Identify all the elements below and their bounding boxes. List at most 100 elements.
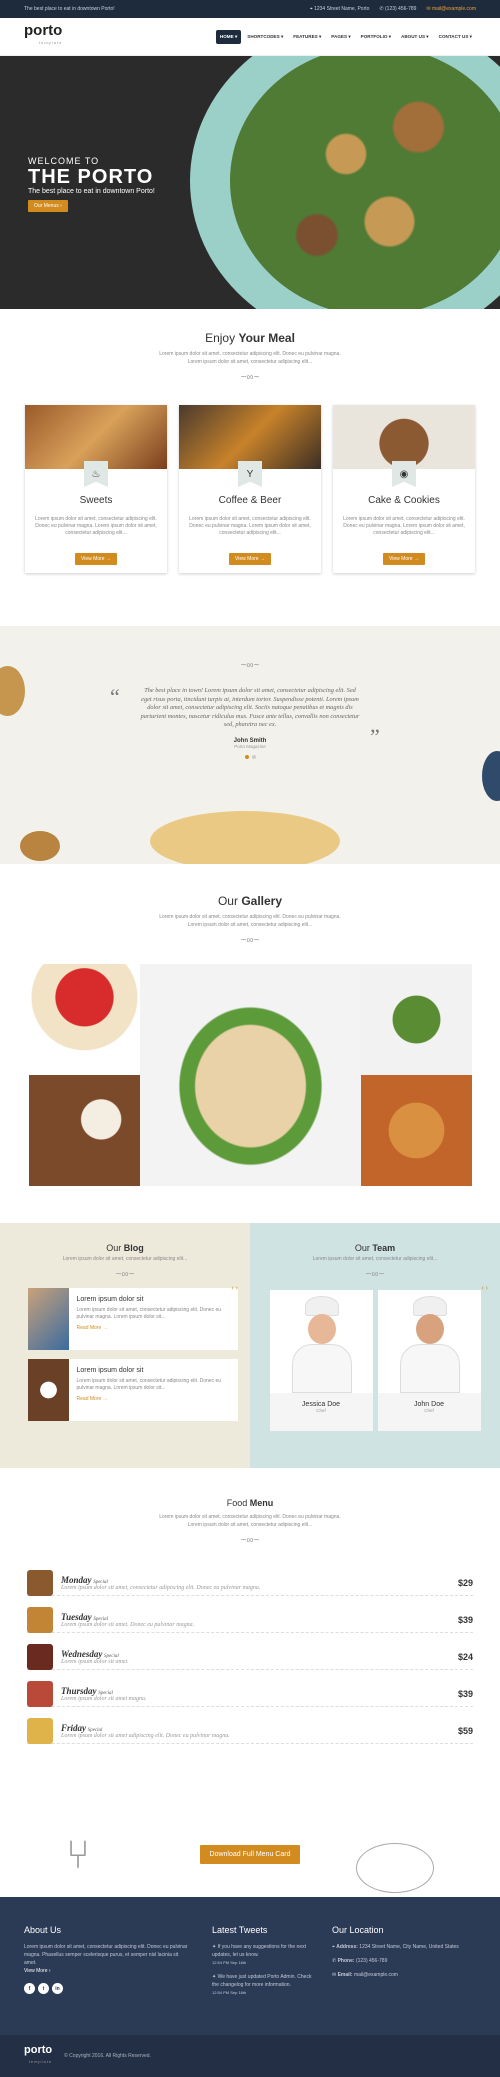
menu-item: Tuesday Special Lorem ipsum dolor sit ame… [27,1606,473,1633]
blog-post-image[interactable] [28,1288,69,1350]
footer-email[interactable]: ✉ Email: mail@example.com [332,1971,472,1979]
download-menu-button[interactable]: Download Full Menu Card [199,1845,301,1864]
view-more-link[interactable]: View More › [24,1967,192,1975]
team-panel: Our Team Lorem ipsum dolor sit amet, con… [250,1223,500,1468]
nav-features[interactable]: FEATURES ▾ [289,30,325,44]
cake-icon: ♨ [84,461,108,487]
prev-arrow-icon[interactable]: ‹ [481,1285,483,1292]
map-pin-icon: ⌖ [332,1944,335,1950]
footer-tweets: Latest Tweets ✦ If you have any suggesti… [212,1925,312,2035]
menu-item-price: $59 [457,1725,473,1736]
chef-photo [377,1290,481,1393]
read-more-link[interactable]: Read More → [77,1396,230,1402]
menu-item: Thursday Special Lorem ipsum dolor sit am… [27,1680,473,1707]
nav-home[interactable]: HOME ▾ [215,29,242,44]
our-menus-button[interactable]: Our Menus › [28,200,68,212]
gallery-title: Our Gallery [217,894,283,908]
gallery-wraps[interactable] [139,964,361,1186]
footer-location: Our Location ⌖ Address: 1234 Street Name… [332,1925,472,2035]
ornament-divider: ~∞~ [115,1269,135,1280]
gallery-section: Our Gallery Lorem ipsum dolor sit amet, … [0,864,500,1223]
nav-contact-us[interactable]: CONTACT US ▾ [435,30,476,44]
tagline: The best place to eat in downtown Porto! [24,6,115,12]
footer-logo[interactable]: porto template [24,2044,52,2068]
gallery-beer[interactable] [360,1075,472,1186]
honey-image [150,811,340,864]
card-title: Cake & Cookies [368,495,440,506]
blog-subtitle: Lorem ipsum dolor sit amet, consectetur … [62,1256,188,1262]
menu-item-thumb [27,1680,53,1707]
ornament-divider: ~∞~ [240,660,260,671]
coffee-beer-image [179,405,321,469]
view-more-button[interactable]: View More → [383,553,425,565]
blog-post-title[interactable]: Lorem ipsum dolor sit [77,1296,230,1303]
gallery-grid [28,964,472,1186]
twitter-icon: ✦ [212,1974,217,1980]
envelope-icon: ✉ [332,1972,337,1978]
blog-post-text: Lorem ipsum dolor sit amet, consectetur … [76,1307,222,1320]
twitter-icon[interactable]: t [38,1983,49,1994]
view-more-button[interactable]: View More → [75,553,117,565]
card-text: Lorem ipsum dolor sit amet, consectetur … [35,516,157,536]
gallery-salad[interactable] [360,964,472,1075]
linkedin-icon[interactable]: in [52,1983,63,1994]
sweets-image [25,405,167,469]
ornament-divider: ~∞~ [240,935,260,946]
hero-title: THE PORTO [28,166,154,188]
nav-about-us[interactable]: ABOUT US ▾ [397,30,433,44]
carousel-dot[interactable] [244,754,249,759]
ornament-divider: ~∞~ [240,372,260,383]
menu-item-price: $39 [457,1614,473,1625]
nav-portfolio[interactable]: PORTFOLIO ▾ [357,30,395,44]
footer-about-title: About Us [24,1925,62,1935]
menu-item-thumb [27,1717,53,1744]
hero-welcome: WELCOME TO [28,156,100,166]
tweet-time: 12:54 PM Sep 16th [212,1990,247,1995]
read-more-link[interactable]: Read More → [77,1325,230,1331]
menu-item: Wednesday Special Lorem ipsum dolor sit a… [27,1643,473,1670]
footer-about: About Us Lorem ipsum dolor sit amet, con… [24,1925,192,2035]
tweet-text: ✦ If you have any suggestions for the ne… [212,1944,306,1958]
footer-about-text: Lorem ipsum dolor sit amet, consectetur … [24,1944,188,1966]
cutlery-sketch-icon: ⑂ [66,1832,90,1878]
view-more-button[interactable]: View More → [229,553,271,565]
copyright-text: © Copyright 2016. All Rights Reserved. [64,2053,151,2059]
ornament-divider: ~∞~ [365,1269,385,1280]
email-link[interactable]: ✉ mail@example.com [426,6,476,12]
gallery-coffee[interactable] [28,1075,140,1186]
prev-arrow-icon[interactable]: ‹ [231,1285,233,1292]
nav-pages[interactable]: PAGES ▾ [327,30,354,44]
food-menu-subtitle: Lorem ipsum dolor sit amet, consectetur … [159,1514,341,1528]
gallery-strawberry-cake[interactable] [28,964,140,1075]
footer-tweets-title: Latest Tweets [212,1925,268,1935]
carousel-dot[interactable] [251,754,256,759]
twitter-icon: ✦ [212,1944,217,1950]
footer-address: ⌖ Address: 1234 Street Name, City Name, … [332,1944,459,1950]
nav-shortcodes[interactable]: SHORTCODES ▾ [243,30,287,44]
cake-image [333,405,475,469]
food-menu-title: Food Menu [226,1498,274,1508]
bowl-image [482,751,500,801]
hero-subtitle: The best place to eat in downtown Porto! [28,188,155,195]
team-arrows[interactable]: ‹ › [481,1285,488,1292]
logo[interactable]: porto template [24,23,62,49]
footer: About Us Lorem ipsum dolor sit amet, con… [0,1897,500,2035]
next-arrow-icon[interactable]: › [236,1285,238,1292]
blog-post-title[interactable]: Lorem ipsum dolor sit [77,1367,230,1374]
quote-close-icon: ” [370,724,380,749]
blog-arrows[interactable]: ‹ › [231,1285,238,1292]
cookie-icon: ◉ [392,461,416,487]
team-title: Our Team [354,1243,396,1253]
next-arrow-icon[interactable]: › [486,1285,488,1292]
facebook-icon[interactable]: f [24,1983,35,1994]
header: porto template HOME ▾ SHORTCODES ▾ FEATUR… [0,18,500,56]
blog-title: Our Blog [106,1243,144,1253]
gallery-subtitle: Lorem ipsum dolor sit amet, consectetur … [159,914,341,928]
blog-post-image[interactable] [28,1359,69,1421]
member-name: Jessica Doe [301,1401,341,1408]
blog-post: Lorem ipsum dolor sit Lorem ipsum dolor s… [28,1288,238,1350]
card-sweets: ♨ Sweets Lorem ipsum dolor sit amet, con… [25,405,167,573]
chef-photo [269,1290,373,1393]
footer-location-title: Our Location [332,1925,384,1935]
card-title: Sweets [79,495,113,506]
